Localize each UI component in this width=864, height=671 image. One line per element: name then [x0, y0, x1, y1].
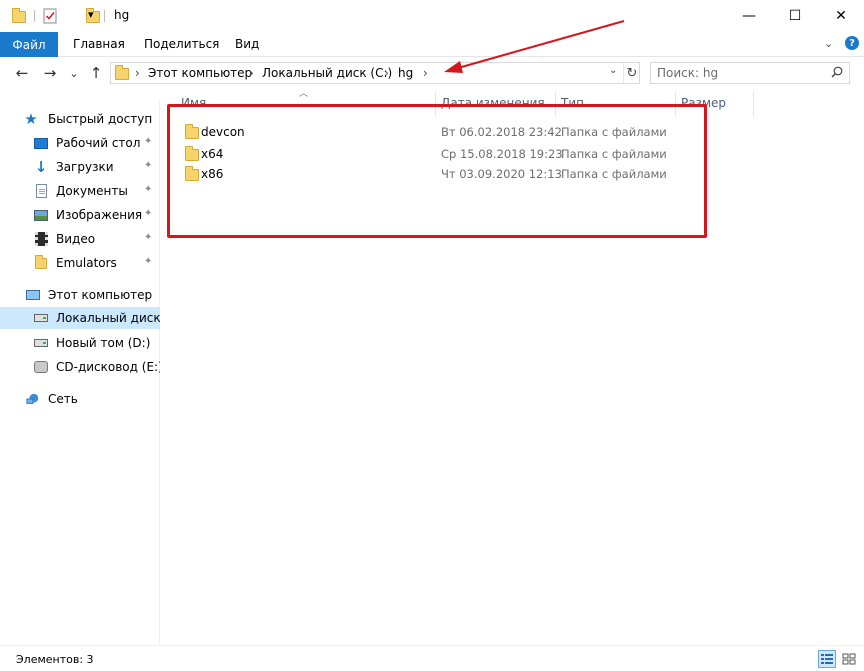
sidebar-item-label: Документы	[56, 184, 128, 198]
pin-icon[interactable]: ✦	[144, 208, 152, 219]
sidebar-item-quick-access[interactable]: ★ Быстрый доступ	[0, 108, 160, 130]
sidebar-item-local-disk-c[interactable]: Локальный диск (C:)	[0, 307, 160, 329]
sidebar-item-pictures[interactable]: Изображения ✦	[0, 204, 160, 226]
star-icon: ★	[24, 110, 38, 128]
sidebar-item-cd-drive-e[interactable]: CD-дисковод (E:)	[0, 356, 160, 378]
annotation-arrow	[444, 20, 625, 73]
pin-icon[interactable]: ✦	[144, 256, 152, 267]
sidebar-item-volume-d[interactable]: Новый том (D:)	[0, 332, 160, 354]
download-icon: ↓	[34, 158, 48, 176]
sidebar-item-label: Загрузки	[56, 160, 114, 174]
document-icon	[34, 184, 48, 198]
sidebar-item-label: Этот компьютер	[48, 288, 153, 302]
sidebar-item-label: Рабочий стол	[56, 136, 141, 150]
drive-icon	[34, 336, 48, 350]
folder-icon	[34, 254, 48, 270]
sidebar-item-label: CD-дисковод (E:)	[56, 360, 160, 374]
large-icons-view-button[interactable]	[840, 650, 858, 668]
cd-drive-icon	[34, 360, 48, 374]
sort-ascending-icon: ︿	[299, 89, 309, 99]
status-bar: Элементов: 3	[0, 645, 864, 671]
sidebar-item-label: Новый том (D:)	[56, 336, 151, 350]
annotation-highlight-box	[167, 104, 707, 238]
sidebar-item-downloads[interactable]: ↓ Загрузки ✦	[0, 156, 160, 178]
drive-icon	[34, 311, 48, 325]
sidebar-item-documents[interactable]: Документы ✦	[0, 180, 160, 202]
sidebar-item-desktop[interactable]: Рабочий стол ✦	[0, 132, 160, 154]
sidebar-item-label: Быстрый доступ	[48, 112, 153, 126]
details-view-icon	[821, 654, 833, 664]
sidebar-item-network[interactable]: Сеть	[0, 388, 160, 410]
sidebar-item-label: Видео	[56, 232, 96, 246]
pin-icon[interactable]: ✦	[144, 160, 152, 171]
desktop-icon	[34, 136, 48, 150]
pin-icon[interactable]: ✦	[144, 136, 152, 147]
column-divider[interactable]	[753, 92, 754, 116]
sidebar-item-label: Локальный диск (C:)	[56, 311, 160, 325]
sidebar-item-label: Сеть	[48, 392, 78, 406]
sidebar-item-this-pc[interactable]: Этот компьютер	[0, 284, 160, 306]
pin-icon[interactable]: ✦	[144, 184, 152, 195]
item-count: Элементов: 3	[16, 653, 94, 666]
image-icon	[34, 208, 48, 222]
details-view-button[interactable]	[818, 650, 836, 668]
pin-icon[interactable]: ✦	[144, 232, 152, 243]
sidebar-item-videos[interactable]: Видео ✦	[0, 228, 160, 250]
navigation-pane: ★ Быстрый доступ Рабочий стол ✦ ↓ Загруз…	[0, 100, 160, 645]
sidebar-item-label: Emulators	[56, 256, 117, 270]
sidebar-item-emulators[interactable]: Emulators ✦	[0, 252, 160, 274]
video-icon	[34, 232, 48, 246]
computer-icon	[26, 288, 40, 302]
sidebar-item-label: Изображения	[56, 208, 143, 222]
network-icon	[26, 392, 40, 406]
large-icons-view-icon	[842, 653, 856, 665]
